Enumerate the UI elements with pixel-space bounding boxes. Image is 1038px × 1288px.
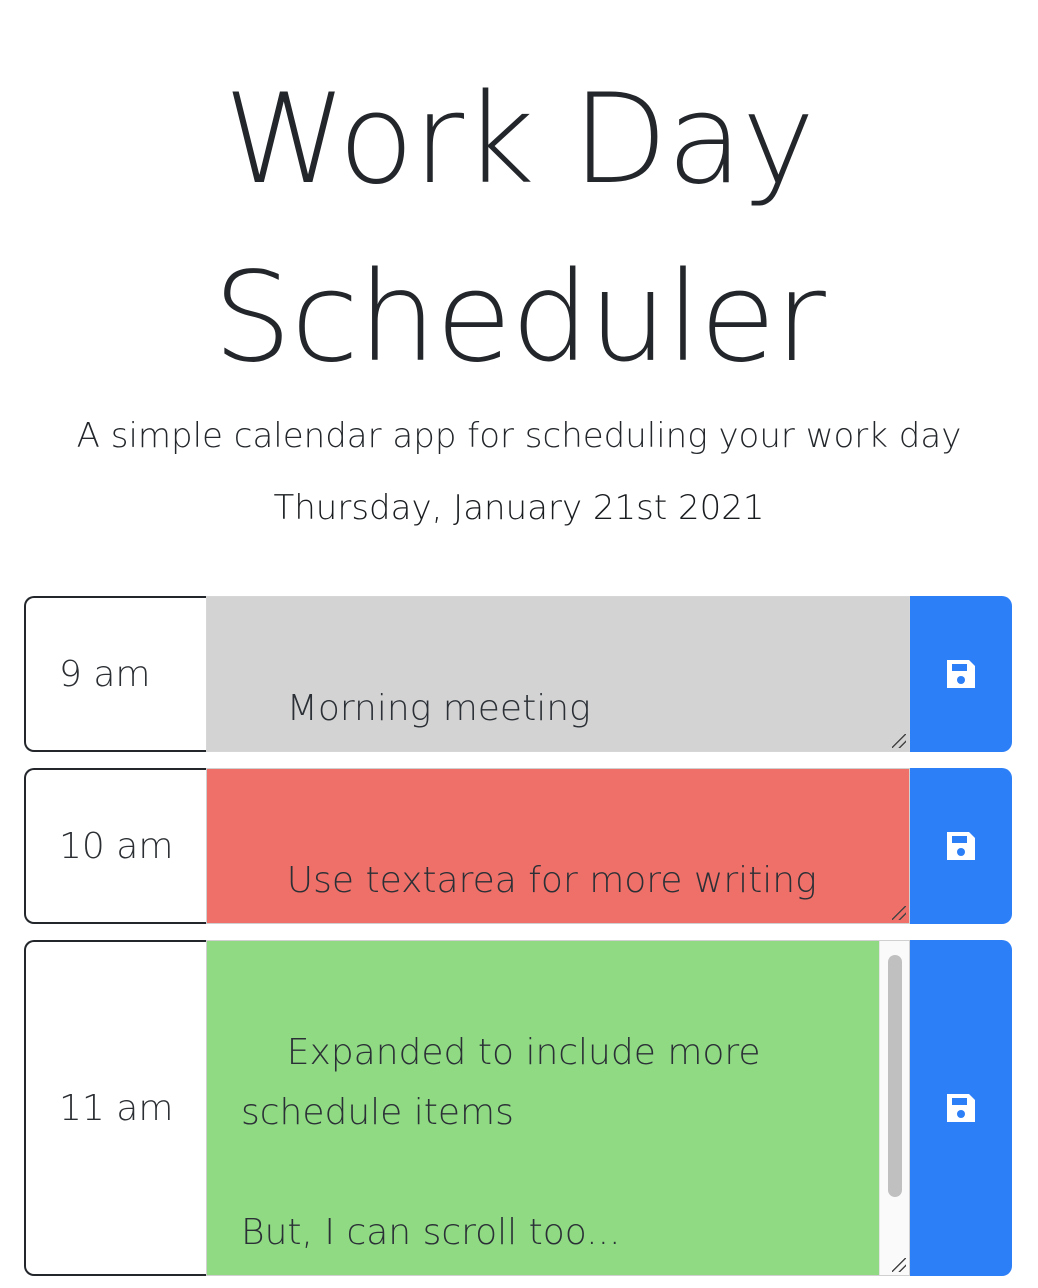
task-text: Morning meeting bbox=[286, 688, 591, 729]
task-textarea[interactable]: Expanded to include more schedule items … bbox=[206, 940, 910, 1276]
current-date: Thursday, January 21st 2021 bbox=[273, 488, 765, 528]
resize-handle-icon[interactable] bbox=[892, 734, 906, 748]
floppy-disk-icon bbox=[947, 1094, 975, 1122]
page-subtitle: A simple calendar app for scheduling you… bbox=[76, 416, 962, 456]
scrollbar-thumb[interactable] bbox=[888, 955, 902, 1197]
task-textarea[interactable]: Use textarea for more writing space bbox=[206, 768, 910, 924]
timeblock-row-9am: 9 am Morning meeting bbox=[24, 596, 1012, 752]
task-textarea[interactable]: Morning meeting bbox=[206, 596, 910, 752]
save-button[interactable] bbox=[910, 940, 1012, 1276]
save-button[interactable] bbox=[910, 596, 1012, 752]
timeblock-row-11am: 11 am Expanded to include more schedule … bbox=[24, 940, 1012, 1276]
resize-handle-icon[interactable] bbox=[892, 1258, 906, 1272]
page-title-line1: Work Day bbox=[223, 68, 815, 212]
floppy-disk-icon bbox=[947, 660, 975, 688]
save-button[interactable] bbox=[910, 768, 1012, 924]
hour-label: 11 am bbox=[24, 940, 207, 1276]
scrollbar[interactable] bbox=[879, 941, 909, 1275]
floppy-disk-icon bbox=[947, 832, 975, 860]
hour-label: 9 am bbox=[24, 596, 207, 752]
task-text: Expanded to include more schedule items … bbox=[241, 1032, 761, 1275]
timeblock-row-10am: 10 am Use textarea for more writing spac… bbox=[24, 768, 1012, 924]
task-text: Use textarea for more writing space bbox=[241, 860, 817, 923]
resize-handle-icon[interactable] bbox=[892, 906, 906, 920]
page-title-line2: Scheduler bbox=[213, 246, 826, 390]
hour-label: 10 am bbox=[24, 768, 207, 924]
